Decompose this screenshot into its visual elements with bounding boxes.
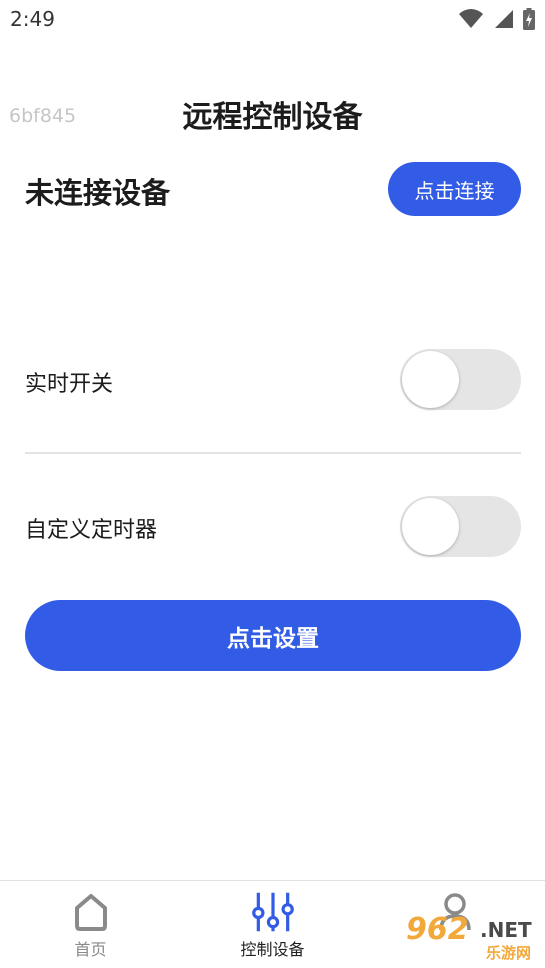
- connection-status-text: 未连接设备: [25, 176, 171, 210]
- toggle-knob: [402, 498, 459, 555]
- custom-timer-toggle[interactable]: [400, 496, 521, 557]
- custom-timer-label: 自定义定时器: [25, 518, 158, 543]
- watermark-logo: 962 .NET 乐游网: [406, 912, 542, 964]
- page-title: 远程控制设备: [182, 100, 363, 135]
- connect-button[interactable]: 点击连接: [388, 162, 521, 216]
- home-icon: [69, 889, 113, 935]
- status-bar: 2:49: [0, 0, 545, 38]
- realtime-switch-label: 实时开关: [25, 372, 114, 397]
- status-time: 2:49: [10, 7, 55, 31]
- battery-icon: [523, 8, 535, 34]
- signal-icon: [493, 9, 513, 33]
- toggle-knob: [402, 351, 459, 408]
- watermark-cn: 乐游网: [486, 944, 532, 962]
- set-button[interactable]: 点击设置: [25, 600, 521, 671]
- watermark-number: 962: [406, 912, 469, 947]
- wifi-icon: [459, 9, 483, 33]
- divider: [25, 452, 521, 454]
- watermark-suffix: .NET: [480, 918, 532, 942]
- sliders-icon: [251, 889, 295, 935]
- nav-item-control-device[interactable]: 控制设备: [182, 881, 363, 968]
- nav-label-home: 首页: [74, 940, 107, 959]
- nav-label-control-device: 控制设备: [240, 940, 305, 959]
- status-icons: [459, 8, 535, 34]
- realtime-switch-toggle[interactable]: [400, 349, 521, 410]
- nav-item-home[interactable]: 首页: [0, 881, 181, 968]
